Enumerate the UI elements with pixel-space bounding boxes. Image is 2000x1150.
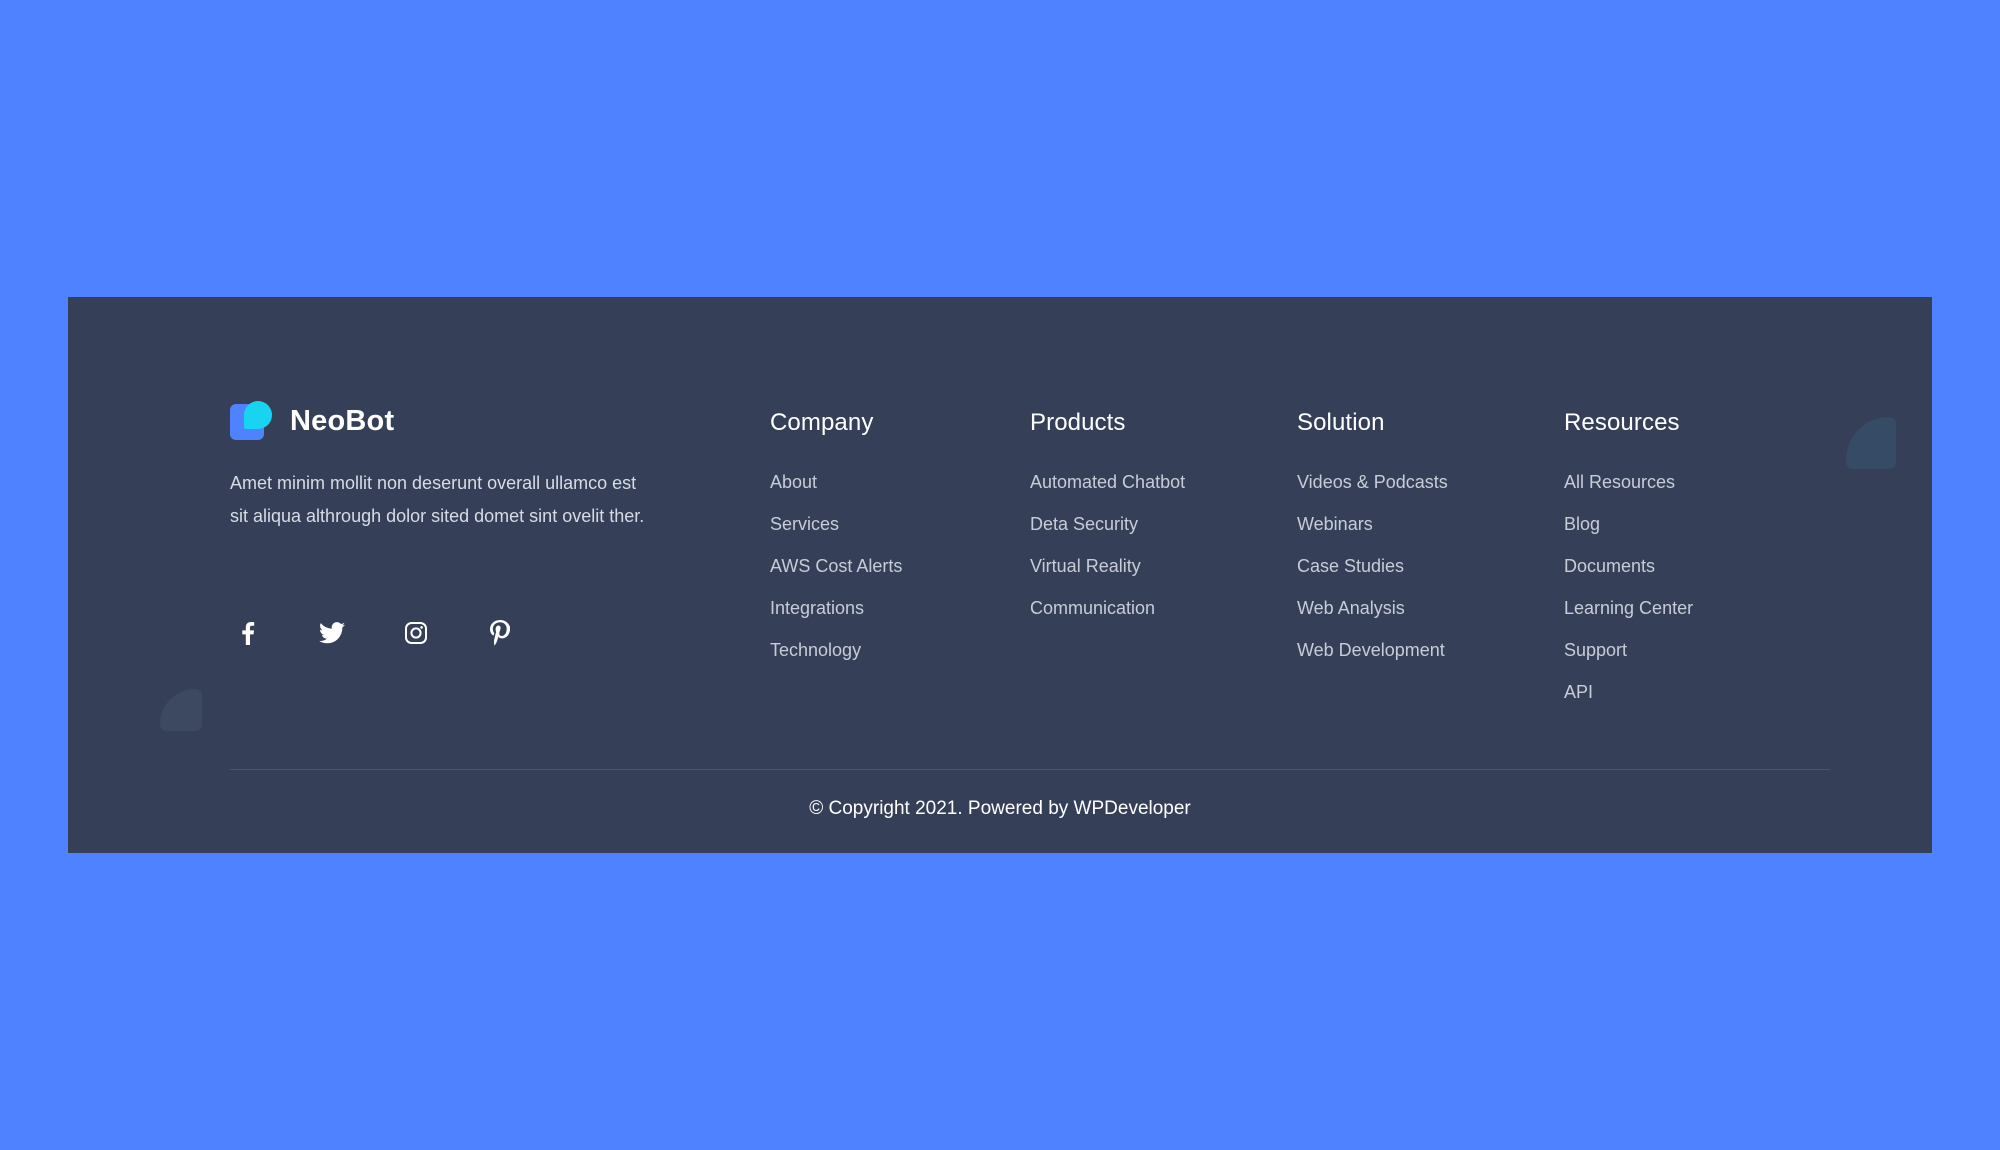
footer-link-api[interactable]: API xyxy=(1564,671,1693,713)
pinterest-icon xyxy=(490,620,510,646)
facebook-link[interactable] xyxy=(230,615,266,651)
copyright-text: © Copyright 2021. Powered by WPDeveloper xyxy=(809,798,1191,819)
column-title: Products xyxy=(1030,409,1126,436)
social-links xyxy=(230,615,518,651)
brand-name: NeoBot xyxy=(290,404,395,437)
column-title: Solution xyxy=(1297,409,1385,436)
footer-column-products: Products Automated Chatbot Deta Security… xyxy=(1030,409,1185,629)
footer-column-resources: Resources All Resources Blog Documents L… xyxy=(1564,409,1693,713)
twitter-icon xyxy=(319,622,345,644)
facebook-icon xyxy=(242,622,255,645)
footer-link-about[interactable]: About xyxy=(770,461,902,503)
column-title: Resources xyxy=(1564,409,1680,436)
footer-link-web-development[interactable]: Web Development xyxy=(1297,629,1448,671)
footer-link-integrations[interactable]: Integrations xyxy=(770,587,902,629)
footer-link-web-analysis[interactable]: Web Analysis xyxy=(1297,587,1448,629)
footer-column-company: Company About Services AWS Cost Alerts I… xyxy=(770,409,902,671)
footer-link-webinars[interactable]: Webinars xyxy=(1297,503,1448,545)
footer-link-support[interactable]: Support xyxy=(1564,629,1693,671)
footer-column-solution: Solution Videos & Podcasts Webinars Case… xyxy=(1297,409,1448,671)
decorative-shape xyxy=(1846,417,1896,469)
footer-divider xyxy=(230,769,1830,770)
site-footer: NeoBot Amet minim mollit non deserunt ov… xyxy=(68,297,1932,853)
instagram-icon xyxy=(405,622,427,644)
column-title: Company xyxy=(770,409,874,436)
footer-link-technology[interactable]: Technology xyxy=(770,629,902,671)
footer-link-communication[interactable]: Communication xyxy=(1030,587,1185,629)
footer-link-case-studies[interactable]: Case Studies xyxy=(1297,545,1448,587)
decorative-shape xyxy=(160,689,202,731)
footer-link-learning-center[interactable]: Learning Center xyxy=(1564,587,1693,629)
neobot-logo-icon xyxy=(230,401,274,441)
footer-link-all-resources[interactable]: All Resources xyxy=(1564,461,1693,503)
footer-link-automated-chatbot[interactable]: Automated Chatbot xyxy=(1030,461,1185,503)
instagram-link[interactable] xyxy=(398,615,434,651)
twitter-link[interactable] xyxy=(314,615,350,651)
footer-link-blog[interactable]: Blog xyxy=(1564,503,1693,545)
footer-link-deta-security[interactable]: Deta Security xyxy=(1030,503,1185,545)
footer-link-virtual-reality[interactable]: Virtual Reality xyxy=(1030,545,1185,587)
brand-description: Amet minim mollit non deserunt overall u… xyxy=(230,473,645,526)
pinterest-link[interactable] xyxy=(482,615,518,651)
footer-brand[interactable]: NeoBot xyxy=(230,401,394,441)
footer-link-services[interactable]: Services xyxy=(770,503,902,545)
footer-link-videos-podcasts[interactable]: Videos & Podcasts xyxy=(1297,461,1448,503)
footer-link-documents[interactable]: Documents xyxy=(1564,545,1693,587)
footer-link-aws-cost-alerts[interactable]: AWS Cost Alerts xyxy=(770,545,902,587)
